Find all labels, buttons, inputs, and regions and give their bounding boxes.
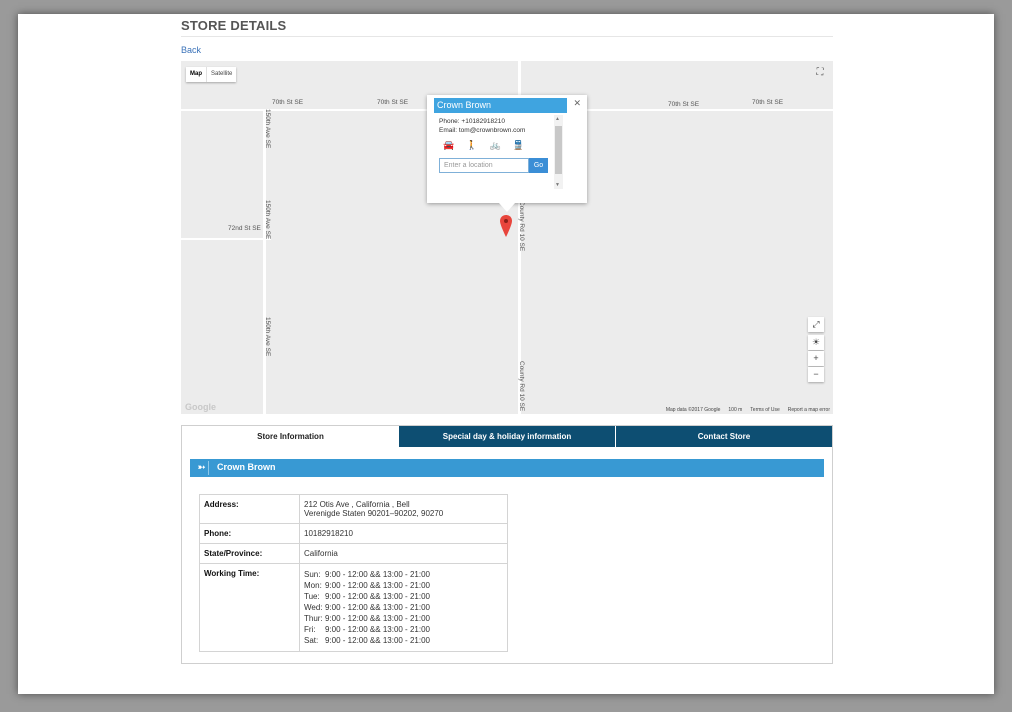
street-label: 150th Ave SE <box>264 317 271 357</box>
bicycle-icon[interactable]: 🚲 <box>489 140 500 151</box>
working-time-row: Wed: 9:00 - 12:00 && 13:00 - 21:00 <box>304 602 503 613</box>
tab-store-information[interactable]: Store Information <box>182 426 399 447</box>
working-time-row: Thur: 9:00 - 12:00 && 13:00 - 21:00 <box>304 613 503 624</box>
info-window-title: Crown Brown <box>434 98 567 113</box>
info-window-phone: Phone: +10182918210 <box>439 118 505 125</box>
info-window-email: Email: tom@crownbrown.com <box>439 127 526 134</box>
address-line-2: Verenigde Staten 90201–90202, 90270 <box>304 509 444 518</box>
scrollbar-thumb[interactable] <box>555 126 562 174</box>
phone-value: 10182918210 <box>299 523 508 544</box>
street-label: County Rd 10 SE <box>518 361 525 412</box>
street-label: 70th St SE <box>377 99 409 106</box>
hours-value: 9:00 - 12:00 && 13:00 - 21:00 <box>325 570 430 579</box>
street-label: 72nd St SE <box>228 225 261 232</box>
table-row: Working Time: Sun: 9:00 - 12:00 && 13:00 … <box>199 563 508 652</box>
close-icon[interactable]: ✕ <box>573 98 581 109</box>
my-location-icon[interactable]: ☀ <box>808 335 824 350</box>
tab-contact-store[interactable]: Contact Store <box>616 426 832 447</box>
page-title: STORE DETAILS <box>181 18 287 33</box>
day-label: Thur: <box>304 614 323 623</box>
store-name-bar: ➳ Crown Brown <box>190 459 824 477</box>
travel-mode-icons: 🚘 🚶 🚲 🚆 <box>443 140 524 151</box>
go-button[interactable]: Go <box>529 158 548 173</box>
working-time-row: Mon: 9:00 - 12:00 && 13:00 - 21:00 <box>304 580 503 591</box>
store-name: Crown Brown <box>217 462 276 472</box>
working-time-value: Sun: 9:00 - 12:00 && 13:00 - 21:00 Mon: 9:… <box>299 563 508 652</box>
road-150th <box>263 109 266 414</box>
hours-value: 9:00 - 12:00 && 13:00 - 21:00 <box>325 603 430 612</box>
map-type-satellite-button[interactable]: Satellite <box>206 67 236 82</box>
report-error-link[interactable]: Report a map error <box>788 407 830 413</box>
street-label: 150th Ave SE <box>264 200 271 240</box>
day-label: Fri: <box>304 625 316 634</box>
phone-label: Phone: <box>199 523 300 544</box>
street-label: 70th St SE <box>668 101 700 108</box>
content: STORE DETAILS Back 70th St SE 70th St SE… <box>181 14 833 694</box>
street-label: 70th St SE <box>752 99 784 106</box>
address-label: Address: <box>199 494 300 524</box>
transit-icon[interactable]: 🚆 <box>513 140 524 151</box>
hours-value: 9:00 - 12:00 && 13:00 - 21:00 <box>325 625 430 634</box>
state-label: State/Province: <box>199 543 300 564</box>
info-window: Crown Brown ✕ Phone: +10182918210 Email:… <box>427 95 587 212</box>
store-marker-icon[interactable] <box>500 215 512 237</box>
street-label: County Rd 10 SE <box>518 201 525 252</box>
location-input[interactable]: Enter a location <box>439 158 529 173</box>
map-scale: 100 m <box>728 407 743 413</box>
google-logo: Google <box>185 402 216 412</box>
title-divider <box>181 36 833 37</box>
day-label: Sun: <box>304 570 321 579</box>
day-label: Mon: <box>304 581 322 590</box>
working-time-label: Working Time: <box>199 563 300 652</box>
screenshot-frame: STORE DETAILS Back 70th St SE 70th St SE… <box>0 0 1012 712</box>
terms-link[interactable]: Terms of Use <box>750 407 779 413</box>
map-data-text: Map data ©2017 Google <box>665 407 721 413</box>
address-value: 212 Otis Ave , California , Bell Verenig… <box>299 494 508 524</box>
day-label: Wed: <box>304 603 323 612</box>
road-72nd <box>181 238 271 240</box>
address-line-1: 212 Otis Ave , California , Bell <box>304 500 410 509</box>
walk-icon[interactable]: 🚶 <box>466 140 477 151</box>
page: STORE DETAILS Back 70th St SE 70th St SE… <box>18 14 994 694</box>
scroll-up-icon[interactable]: ▲ <box>555 116 560 122</box>
street-view-fullscreen-icon[interactable]: ⤢ <box>808 317 824 332</box>
back-link[interactable]: Back <box>181 45 201 55</box>
working-time-row: Sat: 9:00 - 12:00 && 13:00 - 21:00 <box>304 635 503 646</box>
store-info-table: Address: 212 Otis Ave , California , Bel… <box>199 494 508 652</box>
day-label: Sat: <box>304 636 319 645</box>
state-value: California <box>299 543 508 564</box>
working-time-row: Sun: 9:00 - 12:00 && 13:00 - 21:00 <box>304 569 503 580</box>
map-type-control: Map Satellite <box>186 67 237 82</box>
hours-value: 9:00 - 12:00 && 13:00 - 21:00 <box>325 592 430 601</box>
fullscreen-icon[interactable]: ⛶ <box>813 66 827 80</box>
map-attribution: Map data ©2017 Google 100 m Terms of Use… <box>666 407 830 413</box>
working-time-row: Fri: 9:00 - 12:00 && 13:00 - 21:00 <box>304 624 503 635</box>
table-row: State/Province: California <box>199 543 508 564</box>
hours-value: 9:00 - 12:00 && 13:00 - 21:00 <box>325 614 430 623</box>
working-time-row: Tue: 9:00 - 12:00 && 13:00 - 21:00 <box>304 591 503 602</box>
scroll-down-icon[interactable]: ▼ <box>555 182 560 188</box>
table-row: Address: 212 Otis Ave , California , Bel… <box>199 494 508 524</box>
street-label: 150th Ave SE <box>264 109 271 149</box>
zoom-out-button[interactable]: − <box>808 367 824 382</box>
zoom-in-button[interactable]: + <box>808 351 824 366</box>
car-icon[interactable]: 🚘 <box>443 140 454 151</box>
info-window-scrollbar[interactable]: ▲ ▼ <box>554 115 563 189</box>
map-type-map-button[interactable]: Map <box>186 67 206 82</box>
directions-arrow-icon: ➳ <box>195 461 209 475</box>
hours-value: 9:00 - 12:00 && 13:00 - 21:00 <box>325 636 430 645</box>
hours-value: 9:00 - 12:00 && 13:00 - 21:00 <box>325 581 430 590</box>
street-label: 70th St SE <box>272 99 304 106</box>
store-map[interactable]: 70th St SE 70th St SE 70th St SE 70th St… <box>181 61 833 414</box>
day-label: Tue: <box>304 592 320 601</box>
tab-special-day-holiday[interactable]: Special day & holiday information <box>399 426 615 447</box>
store-tabs-panel: Store Information Special day & holiday … <box>181 425 833 664</box>
table-row: Phone: 10182918210 <box>199 523 508 544</box>
